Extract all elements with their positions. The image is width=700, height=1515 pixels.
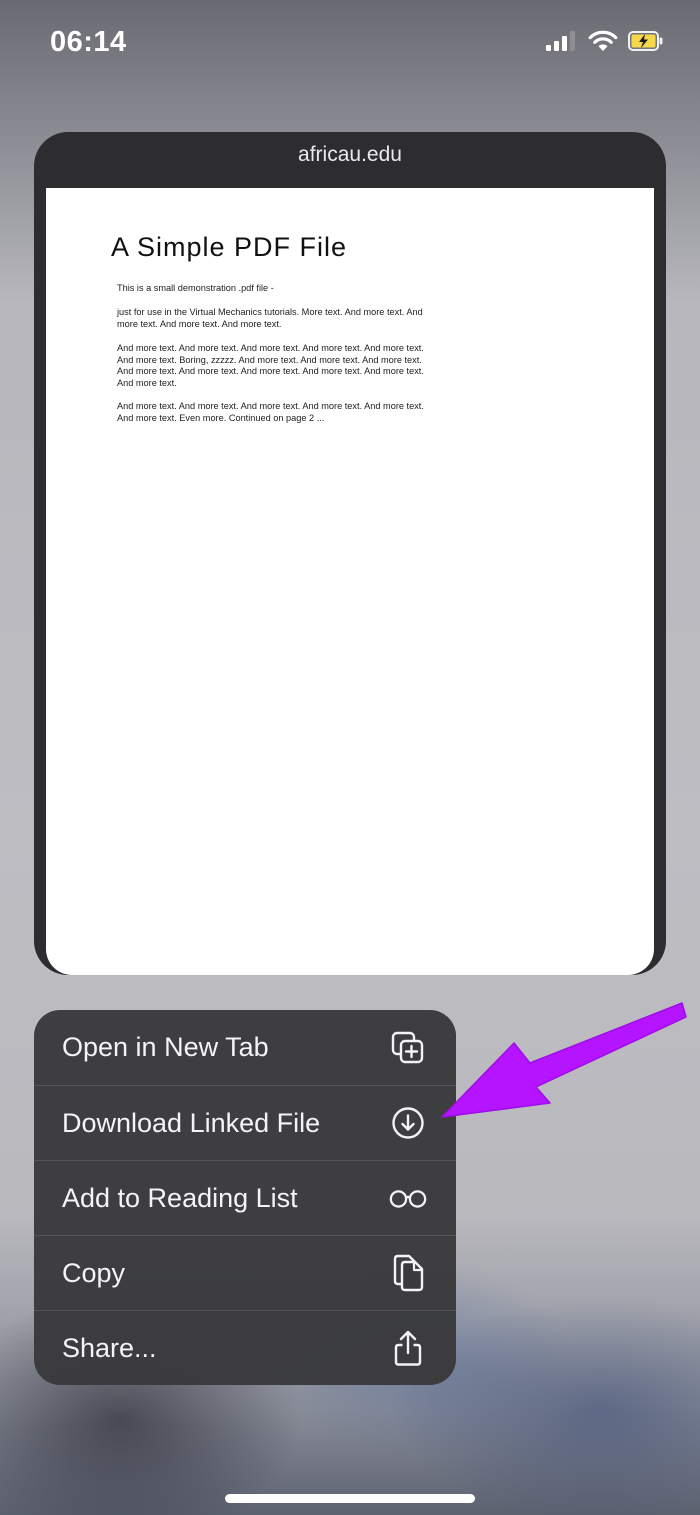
context-menu: Open in New Tab Download Linked File Add… xyxy=(34,1010,456,1385)
home-indicator[interactable] xyxy=(225,1494,475,1503)
wifi-icon xyxy=(588,30,618,51)
pdf-paragraph: This is a small demonstration .pdf file … xyxy=(117,283,274,293)
reading-list-glasses-icon xyxy=(388,1178,428,1218)
menu-item-label: Add to Reading List xyxy=(62,1182,298,1213)
menu-item-share[interactable]: Share... xyxy=(34,1310,456,1385)
download-icon xyxy=(388,1103,428,1143)
menu-item-open-in-new-tab[interactable]: Open in New Tab xyxy=(34,1010,456,1085)
status-time: 06:14 xyxy=(50,26,127,58)
menu-item-label: Share... xyxy=(62,1332,157,1363)
menu-item-label: Download Linked File xyxy=(62,1107,321,1138)
copy-icon xyxy=(388,1253,428,1293)
menu-item-label: Copy xyxy=(62,1257,126,1288)
pdf-paragraph: just for use in the Virtual Mechanics tu… xyxy=(117,307,423,329)
status-icons xyxy=(546,30,664,52)
menu-item-copy[interactable]: Copy xyxy=(34,1235,456,1310)
pdf-title: A Simple PDF File xyxy=(111,232,348,262)
menu-item-download-linked-file[interactable]: Download Linked File xyxy=(34,1085,456,1160)
menu-item-label: Open in New Tab xyxy=(62,1032,269,1062)
annotation-arrow xyxy=(441,1002,687,1118)
share-icon xyxy=(388,1328,428,1368)
pdf-paragraph: And more text. And more text. And more t… xyxy=(117,401,424,423)
battery-charging-icon xyxy=(628,31,663,51)
menu-item-add-to-reading-list[interactable]: Add to Reading List xyxy=(34,1160,456,1235)
status-bar: 06:14 xyxy=(0,0,700,86)
new-tab-icon xyxy=(388,1028,428,1068)
link-preview-card[interactable]: africau.edu A Simple PDF File This is a … xyxy=(34,132,666,975)
cellular-signal-icon xyxy=(546,31,575,51)
pdf-paragraph: And more text. And more text. And more t… xyxy=(117,343,424,388)
pdf-page-preview: A Simple PDF File This is a small demons… xyxy=(46,188,654,975)
preview-url: africau.edu xyxy=(298,143,402,166)
